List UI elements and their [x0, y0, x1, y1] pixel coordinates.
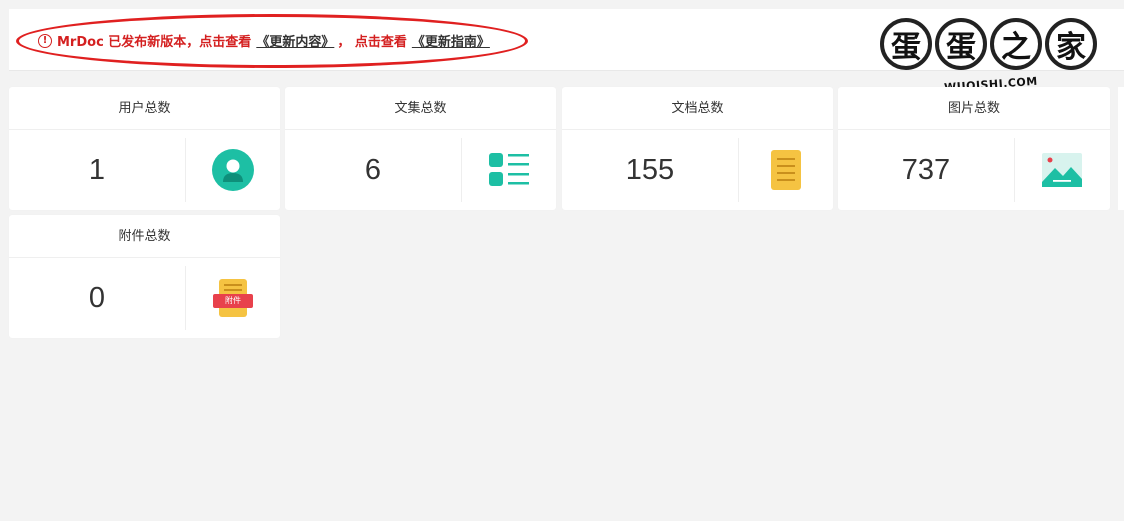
notice-prefix: MrDoc 已发布新版本，点击查看 [57, 35, 252, 50]
update-notice: ! MrDoc 已发布新版本，点击查看 《更新内容》 ， 点击查看 《更新指南》 [38, 31, 493, 50]
card-edge [1118, 87, 1124, 210]
stat-card-title: 附件总数 [9, 215, 280, 258]
stat-card-value: 0 [88, 282, 106, 314]
user-icon [185, 130, 281, 210]
update-content-link[interactable]: 《更新内容》 [256, 31, 334, 50]
stat-card-title: 用户总数 [9, 87, 280, 130]
document-icon [738, 130, 834, 210]
stat-card-value: 1 [88, 154, 106, 186]
list-icon [461, 130, 557, 210]
stat-card-title: 文集总数 [285, 87, 556, 130]
stat-card-title: 文档总数 [562, 87, 833, 130]
image-icon [1014, 130, 1110, 210]
stat-card-value: 737 [901, 154, 951, 186]
stat-card-value: 155 [625, 154, 675, 186]
stat-card-title: 图片总数 [838, 87, 1110, 130]
attachment-icon: 附件 [185, 258, 281, 338]
stat-card-attachments: 附件总数 0 附件 [9, 215, 280, 338]
watermark-char: 家 [1045, 18, 1097, 70]
stat-card-users: 用户总数 1 [9, 87, 280, 210]
stat-card-images: 图片总数 737 [838, 87, 1110, 210]
watermark-char: 蛋 [880, 18, 932, 70]
stat-card-documents: 文档总数 155 [562, 87, 833, 210]
watermark-logo: 蛋 蛋 之 家 WUQISHI.COM [880, 18, 1110, 98]
watermark-char: 之 [990, 18, 1042, 70]
attachment-icon-label: 附件 [225, 296, 241, 305]
stat-card-value: 6 [364, 154, 382, 186]
stat-card-collections: 文集总数 6 [285, 87, 556, 210]
warning-icon: ! [38, 33, 52, 48]
notice-separator: ， 点击查看 [337, 35, 407, 50]
update-guide-link[interactable]: 《更新指南》 [412, 31, 490, 50]
watermark-char: 蛋 [935, 18, 987, 70]
